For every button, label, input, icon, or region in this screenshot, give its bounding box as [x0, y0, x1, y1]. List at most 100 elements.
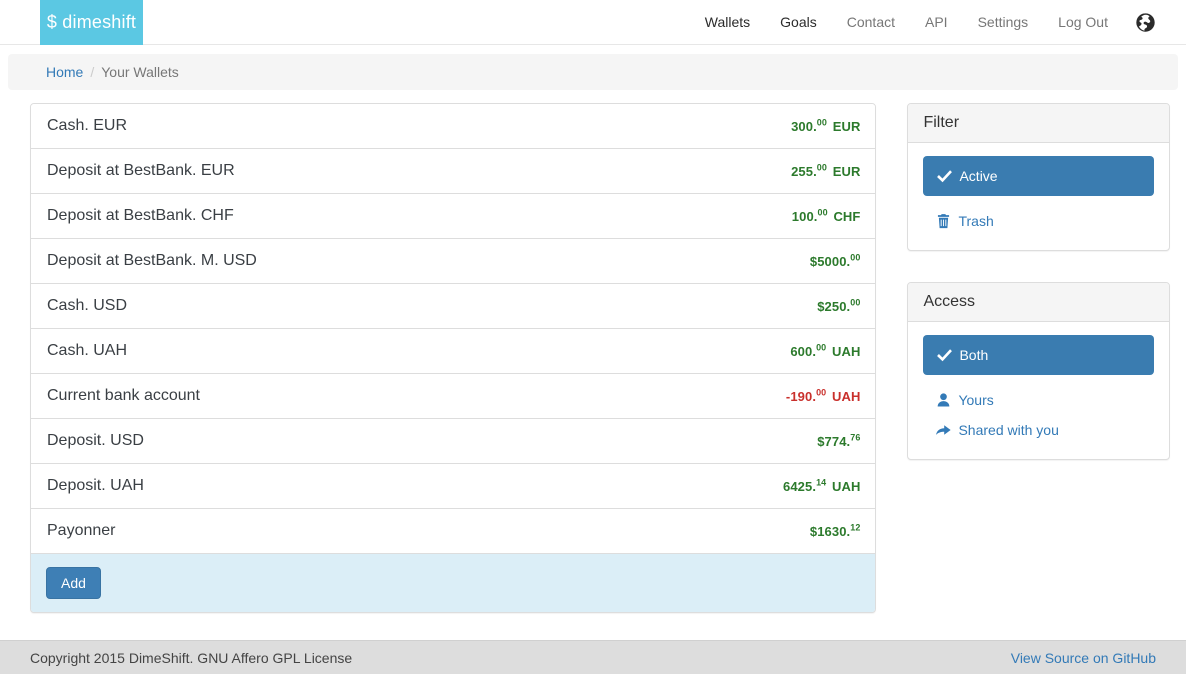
sidebar: Filter Active Trash Access Both Yours Sh… [907, 103, 1170, 491]
filter-option-active-label: Active [959, 168, 998, 184]
access-panel: Access Both Yours Shared with you [907, 282, 1170, 460]
filter-option-trash[interactable]: Trash [923, 206, 1154, 236]
wallets-column: Cash. EUR 300.00 EUR Deposit at BestBank. … [30, 103, 877, 613]
wallet-name: Deposit at BestBank. M. USD [47, 252, 257, 269]
nav-links: Wallets Goals Contact API Settings Log O… [690, 0, 1170, 45]
check-icon [937, 169, 953, 183]
wallet-amount: $1630.12 [810, 522, 861, 539]
wallet-amount: 300.00 EUR [791, 117, 861, 134]
wallets-panel-footer: Add [31, 554, 876, 612]
add-wallet-button[interactable]: Add [46, 566, 101, 600]
user-icon [936, 393, 951, 407]
wallet-amount-decimals: 00 [850, 252, 861, 263]
wallet-amount-decimals: 14 [816, 477, 827, 488]
wallet-amount-decimals: 00 [850, 297, 861, 308]
wallet-list: Cash. EUR 300.00 EUR Deposit at BestBank. … [31, 104, 876, 554]
wallet-amount-decimals: 00 [816, 387, 827, 398]
wallet-amount-integer: 600 [790, 343, 813, 359]
wallet-name: Payonner [47, 522, 116, 539]
wallet-amount: 6425.14 UAH [783, 477, 861, 494]
wallet-amount-currency: UAH [832, 478, 861, 494]
wallet-name: Cash. UAH [47, 342, 128, 359]
breadcrumb-separator: / [90, 64, 95, 80]
wallet-name: Deposit at BestBank. EUR [47, 162, 235, 179]
wallet-name: Current bank account [47, 387, 200, 404]
wallet-amount-decimals: 00 [817, 207, 828, 218]
nav-link-contact[interactable]: Contact [832, 0, 910, 45]
wallet-amount: $774.76 [817, 432, 861, 449]
wallet-row[interactable]: Deposit at BestBank. EUR 255.00 EUR [31, 149, 876, 194]
wallet-row[interactable]: Deposit at BestBank. M. USD $5000.00 [31, 239, 876, 284]
wallet-name: Deposit. UAH [47, 477, 144, 494]
wallet-amount-integer: 255 [791, 163, 814, 179]
wallet-row[interactable]: Deposit. UAH 6425.14 UAH [31, 464, 876, 509]
access-panel-body: Both Yours Shared with you [908, 322, 1169, 459]
access-option-both[interactable]: Both [923, 335, 1154, 375]
filter-option-active[interactable]: Active [923, 156, 1154, 196]
nav-link-logout[interactable]: Log Out [1043, 0, 1123, 45]
wallet-amount-decimals: 00 [816, 117, 827, 128]
access-option-both-label: Both [959, 347, 989, 363]
access-option-yours[interactable]: Yours [923, 385, 1154, 415]
wallet-amount-decimals: 76 [850, 432, 861, 443]
check-icon [937, 348, 953, 362]
wallet-amount-decimals: 00 [816, 342, 827, 353]
wallet-row[interactable]: Payonner $1630.12 [31, 509, 876, 554]
wallet-amount-prefix: $ [817, 433, 825, 449]
trash-icon [936, 213, 951, 229]
wallet-row[interactable]: Deposit at BestBank. CHF 100.00 CHF [31, 194, 876, 239]
access-option-yours-label: Yours [958, 392, 994, 408]
wallet-amount: $5000.00 [810, 252, 861, 269]
wallet-amount-integer: 300 [791, 118, 814, 134]
filter-panel-title: Filter [908, 104, 1169, 143]
wallet-amount-currency: EUR [832, 163, 861, 179]
wallet-amount: 255.00 EUR [791, 162, 861, 179]
wallet-amount-integer: 250 [824, 298, 847, 314]
nav-link-goals[interactable]: Goals [765, 0, 832, 45]
access-option-shared[interactable]: Shared with you [923, 415, 1154, 445]
wallet-amount-decimals: 00 [816, 162, 827, 173]
wallet-amount-prefix: $ [817, 298, 825, 314]
page-footer: Copyright 2015 DimeShift. GNU Affero GPL… [0, 640, 1186, 674]
access-panel-title: Access [908, 283, 1169, 322]
wallet-row[interactable]: Deposit. USD $774.76 [31, 419, 876, 464]
nav-link-api[interactable]: API [910, 0, 963, 45]
wallet-name: Cash. USD [47, 297, 128, 314]
page-container: Cash. EUR 300.00 EUR Deposit at BestBank. … [0, 103, 1186, 613]
globe-icon[interactable] [1123, 0, 1170, 45]
wallet-amount-currency: UAH [832, 343, 861, 359]
wallet-amount-currency: EUR [832, 118, 861, 134]
wallet-amount-currency: UAH [832, 388, 861, 404]
footer-copyright: Copyright 2015 DimeShift. GNU Affero GPL… [30, 649, 353, 666]
filter-panel: Filter Active Trash [907, 103, 1170, 251]
wallet-amount: -190.00 UAH [785, 387, 861, 404]
wallet-name: Cash. EUR [47, 117, 128, 134]
nav-link-settings[interactable]: Settings [963, 0, 1044, 45]
wallet-amount: $250.00 [817, 297, 861, 314]
wallet-row[interactable]: Current bank account -190.00 UAH [31, 374, 876, 419]
breadcrumb: Home / Your Wallets [8, 54, 1178, 90]
filter-panel-body: Active Trash [908, 143, 1169, 250]
wallet-row[interactable]: Cash. EUR 300.00 EUR [31, 104, 876, 149]
wallet-amount-integer: 5000 [817, 253, 847, 269]
wallet-name: Deposit at BestBank. CHF [47, 207, 234, 224]
filter-option-trash-label: Trash [958, 213, 994, 229]
brand-logo[interactable]: $ dimeshift [40, 0, 143, 45]
wallet-name: Deposit. USD [47, 432, 144, 449]
wallet-row[interactable]: Cash. UAH 600.00 UAH [31, 329, 876, 374]
share-arrow-icon [936, 423, 952, 437]
wallet-row[interactable]: Cash. USD $250.00 [31, 284, 876, 329]
footer-github-link[interactable]: View Source on GitHub [1011, 650, 1156, 666]
wallet-amount-integer: 774 [824, 433, 847, 449]
nav-link-wallets[interactable]: Wallets [690, 0, 765, 45]
breadcrumb-home[interactable]: Home [46, 64, 83, 80]
wallet-amount-integer: 1630 [817, 523, 847, 539]
breadcrumb-current: Your Wallets [101, 64, 179, 80]
access-option-shared-label: Shared with you [958, 422, 1059, 438]
top-navbar: $ dimeshift Wallets Goals Contact API Se… [0, 0, 1186, 45]
wallet-amount: 100.00 CHF [791, 207, 861, 224]
wallet-amount-integer: 100 [791, 208, 814, 224]
wallet-amount-decimals: 12 [850, 522, 861, 533]
wallet-amount-integer: -190 [785, 388, 813, 404]
wallet-amount-integer: 6425 [783, 478, 813, 494]
